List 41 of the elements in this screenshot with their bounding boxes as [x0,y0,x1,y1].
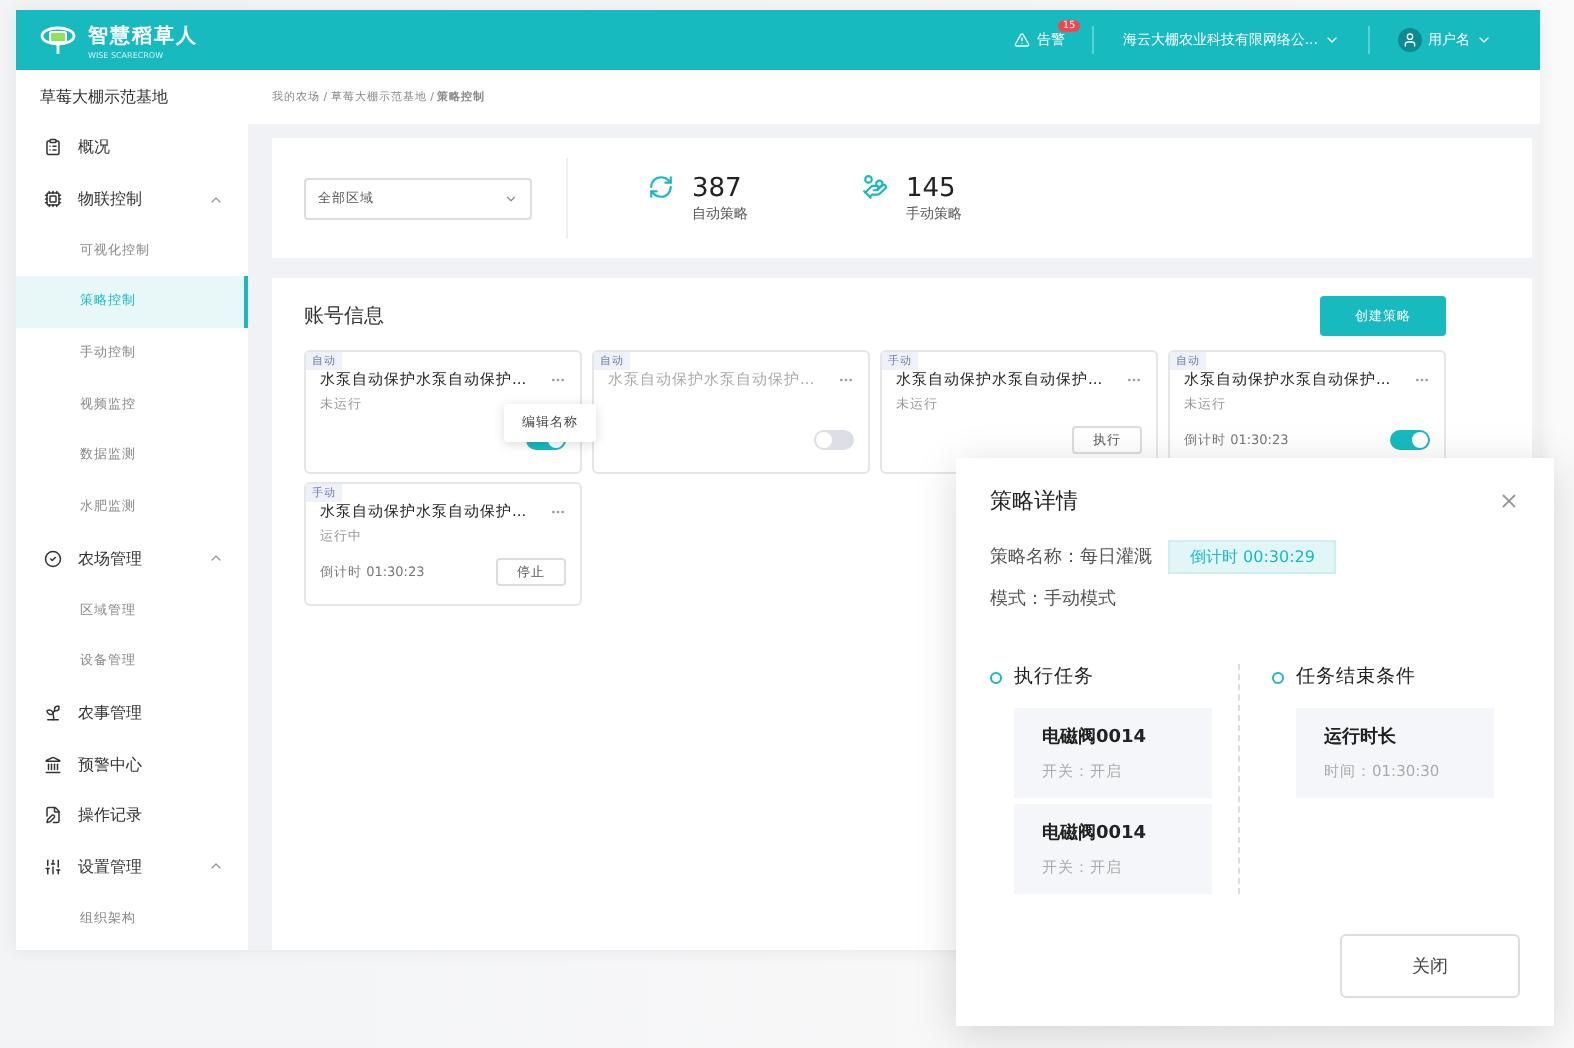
ring-icon [1272,671,1284,683]
menu-item[interactable]: 操作记录 [16,789,248,842]
menu-item[interactable]: 预警中心 [16,738,248,790]
check-circle-icon [44,549,62,568]
condition-name: 运行时长 [1324,724,1398,750]
column-title: 执行任务 [1014,664,1094,690]
task-name: 电磁阀0014 [1042,820,1149,846]
menu-item[interactable]: 农事管理 [16,687,248,739]
warning-icon [1014,32,1031,48]
farm-name[interactable]: 草莓大棚示范基地 [16,70,248,122]
menu-item[interactable]: 物联控制 [16,173,248,225]
strategy-name: 策略名称：每日灌溉 [990,545,1152,570]
chip-icon [44,190,62,209]
countdown-badge: 倒计时 00:30:29 [1168,540,1337,574]
ring-icon [990,671,1002,683]
strategy-mode: 模式：手动模式 [990,587,1118,612]
stat-value: 145 [906,173,958,203]
column-title: 任务结束条件 [1296,664,1416,690]
dialog-title: 策略详情 [990,486,1078,516]
chevron-down-icon [1476,32,1492,48]
section-title: 账号信息 [304,303,384,330]
chevron-down-icon [1324,32,1340,48]
brand-name: 智慧稻草人 [88,23,198,49]
task-name: 电磁阀0014 [1042,724,1149,750]
scarecrow-logo-icon [40,24,76,56]
clipboard-icon [44,138,62,157]
bank-icon [44,755,62,774]
menu-item[interactable]: 设置管理 [16,841,248,893]
menu-item[interactable]: 概况 [16,122,248,174]
menu-item[interactable]: 农场管理 [16,533,248,585]
sprout-icon [44,703,62,722]
close-button[interactable]: 关闭 [1340,934,1520,998]
sliders-icon [44,857,62,876]
avatar-icon [1398,28,1422,52]
hand-icon [862,173,888,199]
toggle-switch[interactable] [1390,430,1430,450]
refresh-icon [648,173,674,199]
stat-value: 387 [692,173,744,203]
edit-document-icon [44,806,62,825]
chevron-down-icon [504,191,518,205]
close-icon[interactable] [1498,490,1520,512]
